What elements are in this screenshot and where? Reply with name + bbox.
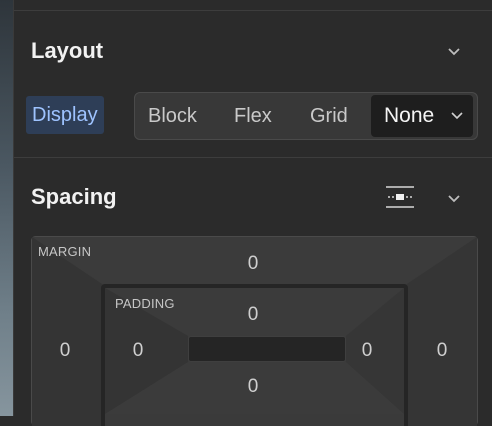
margin-right-value[interactable]: 0 bbox=[427, 340, 457, 362]
style-panel: Layout Display Block Flex Grid None Spac… bbox=[13, 0, 492, 426]
margin-top-value[interactable]: 0 bbox=[238, 253, 268, 275]
display-segmented-control: Block Flex Grid None bbox=[134, 92, 478, 140]
canvas-edge bbox=[0, 0, 13, 416]
display-option-grid[interactable]: Grid bbox=[310, 93, 348, 139]
content-box bbox=[188, 336, 346, 362]
display-option-flex[interactable]: Flex bbox=[234, 93, 272, 139]
align-center-icon[interactable] bbox=[384, 184, 416, 210]
padding-left-value[interactable]: 0 bbox=[123, 340, 153, 362]
padding-right-value[interactable]: 0 bbox=[352, 340, 382, 362]
chevron-down-icon[interactable] bbox=[447, 194, 461, 204]
display-option-none-select[interactable]: None bbox=[371, 95, 473, 137]
layout-section-title: Layout bbox=[31, 38, 104, 63]
padding-label: PADDING bbox=[115, 296, 175, 311]
top-divider bbox=[14, 10, 492, 11]
margin-label: MARGIN bbox=[38, 244, 92, 259]
display-option-block[interactable]: Block bbox=[148, 93, 197, 139]
section-divider bbox=[14, 157, 492, 158]
spacing-section-title: Spacing bbox=[31, 184, 117, 209]
spacing-box-model: MARGIN 0 0 0 PADDING 0 0 0 0 bbox=[31, 236, 478, 426]
chevron-down-icon[interactable] bbox=[447, 47, 461, 57]
chevron-down-icon bbox=[451, 112, 463, 120]
padding-bottom-value[interactable]: 0 bbox=[238, 376, 268, 398]
display-property-label[interactable]: Display bbox=[26, 96, 104, 134]
margin-left-value[interactable]: 0 bbox=[50, 340, 80, 362]
padding-top-value[interactable]: 0 bbox=[238, 304, 268, 326]
display-selected-value: None bbox=[384, 104, 435, 127]
